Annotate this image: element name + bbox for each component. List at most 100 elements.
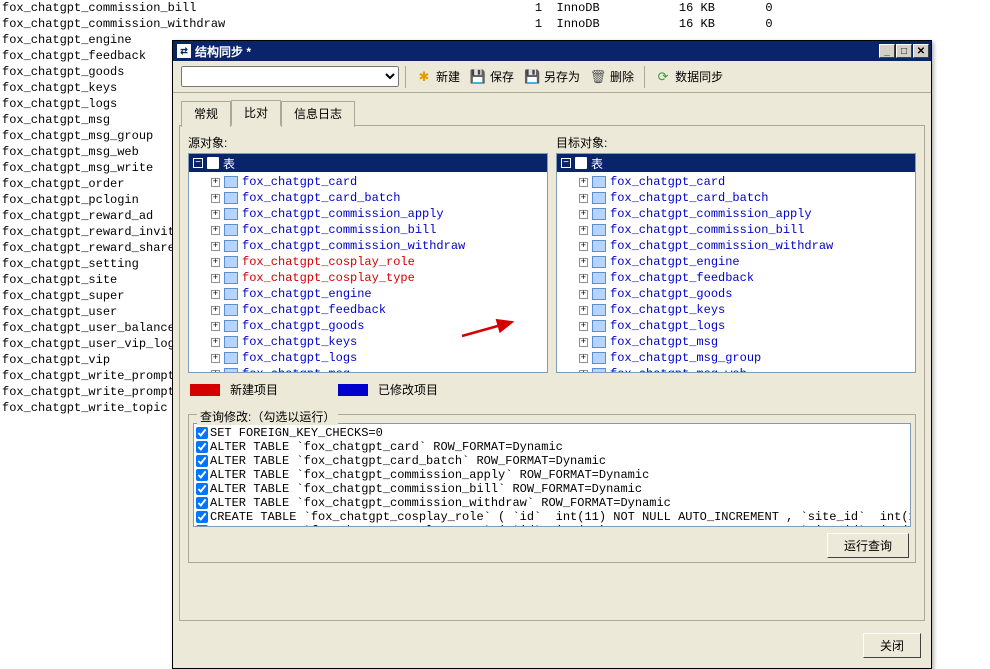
sql-checkbox[interactable]	[196, 455, 208, 467]
tree-item[interactable]: +fox_chatgpt_msg_group	[557, 350, 915, 366]
expand-icon[interactable]: +	[579, 370, 588, 373]
tree-item[interactable]: +fox_chatgpt_commission_apply	[557, 206, 915, 222]
expand-icon[interactable]: +	[211, 290, 220, 299]
expand-icon[interactable]: +	[211, 242, 220, 251]
tree-item[interactable]: +fox_chatgpt_logs	[557, 318, 915, 334]
source-tree-header[interactable]: − 表	[189, 154, 547, 172]
sql-list[interactable]: SET FOREIGN_KEY_CHECKS=0ALTER TABLE `fox…	[193, 423, 911, 527]
bg-list-item[interactable]: fox_chatgpt_write_topic	[2, 400, 196, 416]
expand-icon[interactable]: +	[211, 194, 220, 203]
bg-list-item[interactable]: fox_chatgpt_msg	[2, 112, 196, 128]
tree-item[interactable]: +fox_chatgpt_logs	[189, 350, 547, 366]
sql-checkbox[interactable]	[196, 427, 208, 439]
profile-select[interactable]	[181, 66, 399, 87]
expand-icon[interactable]: +	[579, 306, 588, 315]
tree-item[interactable]: +fox_chatgpt_card	[189, 174, 547, 190]
bg-table-row[interactable]: fox_chatgpt_commission_withdraw 1 InnoDB…	[2, 16, 773, 32]
bg-list-item[interactable]: fox_chatgpt_feedback	[2, 48, 196, 64]
bg-list-item[interactable]: fox_chatgpt_user_vip_logs	[2, 336, 196, 352]
tree-item[interactable]: +fox_chatgpt_commission_withdraw	[189, 238, 547, 254]
tree-item[interactable]: +fox_chatgpt_commission_apply	[189, 206, 547, 222]
sql-line[interactable]: ALTER TABLE `fox_chatgpt_commission_appl…	[196, 468, 908, 482]
close-dialog-button[interactable]: 关闭	[863, 633, 921, 658]
expand-icon[interactable]: +	[211, 354, 220, 363]
target-tree-header[interactable]: − 表	[557, 154, 915, 172]
sql-line[interactable]: ALTER TABLE `fox_chatgpt_commission_bill…	[196, 482, 908, 496]
tree-item[interactable]: +fox_chatgpt_commission_bill	[557, 222, 915, 238]
minimize-button[interactable]: _	[879, 44, 895, 58]
tree-item[interactable]: +fox_chatgpt_commission_withdraw	[557, 238, 915, 254]
close-button[interactable]: ✕	[913, 44, 929, 58]
sql-checkbox[interactable]	[196, 511, 208, 523]
tree-item[interactable]: +fox_chatgpt_card_batch	[189, 190, 547, 206]
tree-item[interactable]: +fox_chatgpt_feedback	[189, 302, 547, 318]
tree-item[interactable]: +fox_chatgpt_msg	[189, 366, 547, 372]
datasync-button[interactable]: ⟳数据同步	[651, 66, 727, 87]
sql-line[interactable]: ALTER TABLE `fox_chatgpt_card` ROW_FORMA…	[196, 440, 908, 454]
saveas-button[interactable]: 💾另存为	[520, 66, 584, 87]
bg-list-item[interactable]: fox_chatgpt_msg_web	[2, 144, 196, 160]
expand-icon[interactable]: +	[211, 370, 220, 373]
tree-item[interactable]: +fox_chatgpt_feedback	[557, 270, 915, 286]
sql-checkbox[interactable]	[196, 497, 208, 509]
tab-log[interactable]: 信息日志	[281, 101, 355, 127]
bg-table-row[interactable]: fox_chatgpt_commission_bill 1 InnoDB 16 …	[2, 0, 773, 16]
tree-item[interactable]: +fox_chatgpt_goods	[557, 286, 915, 302]
tree-item[interactable]: +fox_chatgpt_keys	[189, 334, 547, 350]
dialog-titlebar[interactable]: ⇄ 结构同步 * _ □ ✕	[173, 41, 931, 61]
expand-icon[interactable]: +	[211, 210, 220, 219]
new-button[interactable]: ✱新建	[412, 66, 464, 87]
expand-icon[interactable]: +	[579, 194, 588, 203]
tree-item[interactable]: +fox_chatgpt_engine	[189, 286, 547, 302]
tab-general[interactable]: 常规	[181, 101, 231, 127]
expand-icon[interactable]: +	[211, 306, 220, 315]
bg-list-item[interactable]: fox_chatgpt_site	[2, 272, 196, 288]
bg-list-item[interactable]: fox_chatgpt_super	[2, 288, 196, 304]
sql-line[interactable]: ALTER TABLE `fox_chatgpt_card_batch` ROW…	[196, 454, 908, 468]
tree-item[interactable]: +fox_chatgpt_cosplay_type	[189, 270, 547, 286]
bg-list-item[interactable]: fox_chatgpt_msg_group	[2, 128, 196, 144]
expand-icon[interactable]: +	[211, 178, 220, 187]
bg-list-item[interactable]: fox_chatgpt_setting	[2, 256, 196, 272]
bg-list-item[interactable]: fox_chatgpt_reward_share	[2, 240, 196, 256]
bg-list-item[interactable]: fox_chatgpt_goods	[2, 64, 196, 80]
collapse-icon[interactable]: −	[561, 158, 571, 168]
expand-icon[interactable]: +	[211, 226, 220, 235]
expand-icon[interactable]: +	[211, 322, 220, 331]
sql-line[interactable]: ALTER TABLE `fox_chatgpt_commission_with…	[196, 496, 908, 510]
expand-icon[interactable]: +	[579, 274, 588, 283]
expand-icon[interactable]: +	[579, 338, 588, 347]
tree-item[interactable]: +fox_chatgpt_card	[557, 174, 915, 190]
sql-checkbox[interactable]	[196, 441, 208, 453]
sql-checkbox[interactable]	[196, 469, 208, 481]
bg-list-item[interactable]: fox_chatgpt_pclogin	[2, 192, 196, 208]
bg-list-item[interactable]: fox_chatgpt_engine	[2, 32, 196, 48]
bg-list-item[interactable]: fox_chatgpt_reward_invite	[2, 224, 196, 240]
expand-icon[interactable]: +	[211, 258, 220, 267]
bg-list-item[interactable]: fox_chatgpt_logs	[2, 96, 196, 112]
save-button[interactable]: 💾保存	[466, 66, 518, 87]
expand-icon[interactable]: +	[579, 226, 588, 235]
expand-icon[interactable]: +	[579, 258, 588, 267]
tree-item[interactable]: +fox_chatgpt_engine	[557, 254, 915, 270]
collapse-icon[interactable]: −	[193, 158, 203, 168]
bg-list-item[interactable]: fox_chatgpt_vip	[2, 352, 196, 368]
sql-checkbox[interactable]	[196, 483, 208, 495]
expand-icon[interactable]: +	[579, 354, 588, 363]
sql-line[interactable]: CREATE TABLE `fox_chatgpt_cosplay_role` …	[196, 510, 908, 524]
tree-item[interactable]: +fox_chatgpt_commission_bill	[189, 222, 547, 238]
bg-list-item[interactable]: fox_chatgpt_write_prompts	[2, 368, 196, 384]
tree-item[interactable]: +fox_chatgpt_msg	[557, 334, 915, 350]
expand-icon[interactable]: +	[579, 322, 588, 331]
bg-list-item[interactable]: fox_chatgpt_keys	[2, 80, 196, 96]
sql-line[interactable]: SET FOREIGN_KEY_CHECKS=0	[196, 426, 908, 440]
maximize-button[interactable]: □	[896, 44, 912, 58]
tree-item[interactable]: +fox_chatgpt_msg_web	[557, 366, 915, 372]
tree-item[interactable]: +fox_chatgpt_card_batch	[557, 190, 915, 206]
run-query-button[interactable]: 运行查询	[827, 533, 909, 558]
source-tree-body[interactable]: +fox_chatgpt_card+fox_chatgpt_card_batch…	[189, 172, 547, 372]
expand-icon[interactable]: +	[579, 290, 588, 299]
tree-item[interactable]: +fox_chatgpt_keys	[557, 302, 915, 318]
bg-list-item[interactable]: fox_chatgpt_msg_write	[2, 160, 196, 176]
expand-icon[interactable]: +	[579, 242, 588, 251]
